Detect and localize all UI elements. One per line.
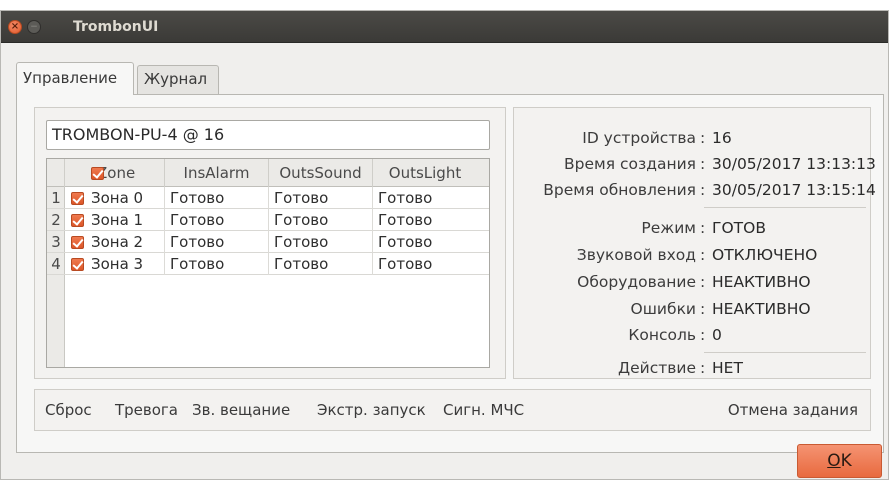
info-errors: Ошибки : НЕАКТИВНО — [514, 297, 870, 321]
info-value: 30/05/2017 13:15:14 — [712, 181, 876, 199]
zone-cell: Зона 3 — [65, 253, 165, 275]
corner-cell[interactable] — [47, 159, 65, 187]
info-updated: Время обновления : 30/05/2017 13:15:14 — [514, 178, 876, 202]
info-colon: : — [700, 359, 706, 377]
insalarm-cell: Готово — [165, 231, 269, 253]
insalarm-cell: Готово — [165, 253, 269, 275]
info-value: НЕТ — [712, 359, 743, 377]
table-row[interactable]: 4 Зона 3 Готово Готово Готово — [47, 253, 489, 275]
info-value: НЕАКТИВНО — [712, 273, 811, 291]
window-title: TrombonUI — [73, 19, 159, 35]
info-colon: : — [700, 219, 706, 237]
info-value: ГОТОВ — [712, 219, 766, 237]
col-outslight[interactable]: OutsLight — [373, 159, 477, 187]
zone-cell: Зона 2 — [65, 231, 165, 253]
device-info-group: ID устройства : 16 Время создания : 30/0… — [513, 107, 876, 380]
info-action: Действие : НЕТ — [514, 356, 870, 380]
col-insalarm[interactable]: InsAlarm — [165, 159, 269, 187]
outslight-cell: Готово — [378, 211, 433, 229]
info-colon: : — [700, 326, 706, 344]
control-panel: TROMBON-PU-4 @ 16 Zone InsAlarm OutsSoun… — [16, 94, 884, 453]
ok-button[interactable]: OK — [797, 444, 882, 478]
broadcast-button[interactable]: Зв. вещание — [192, 390, 290, 430]
mchs-signal-button[interactable]: Сигн. МЧС — [443, 390, 524, 430]
ok-label-rest: K — [840, 451, 852, 471]
minimize-icon[interactable]: − — [27, 20, 41, 34]
table-header: Zone InsAlarm OutsSound OutsLight — [47, 159, 489, 187]
info-label: Время создания — [564, 155, 696, 173]
info-colon: : — [700, 155, 706, 173]
zone-cell: Зона 0 — [65, 187, 165, 209]
row-number: 3 — [51, 233, 61, 251]
outslight-cell: Готово — [378, 233, 433, 251]
action-bar: Сброс Тревога Зв. вещание Экстр. запуск … — [34, 389, 871, 431]
info-colon: : — [700, 273, 706, 291]
col-zone[interactable]: Zone — [65, 159, 165, 187]
info-colon: : — [700, 246, 706, 264]
row-number: 2 — [51, 211, 61, 229]
info-value: 16 — [712, 129, 732, 147]
insalarm-cell: Готово — [165, 209, 269, 231]
info-label: Консоль — [628, 326, 696, 344]
outssound-cell: Готово — [269, 209, 373, 231]
info-label: Время обновления — [543, 181, 696, 199]
ok-mnemonic: O — [827, 451, 841, 471]
info-console: Консоль : 0 — [514, 323, 870, 347]
info-value: 0 — [712, 326, 722, 344]
outssound-cell: Готово — [269, 231, 373, 253]
cancel-task-button[interactable]: Отмена задания — [728, 390, 858, 430]
titlebar: × − TrombonUI — [1, 11, 888, 43]
separator — [704, 207, 866, 208]
emergency-start-button[interactable]: Экстр. запуск — [317, 390, 426, 430]
zones-table: Zone InsAlarm OutsSound OutsLight 1 Зона… — [46, 158, 490, 368]
info-device-id: ID устройства : 16 — [514, 126, 870, 150]
outssound-cell: Готово — [269, 253, 373, 275]
row-number: 1 — [51, 189, 61, 207]
outssound-cell: Готово — [269, 187, 373, 209]
tab-control[interactable]: Управление — [16, 62, 134, 95]
info-colon: : — [700, 129, 706, 147]
info-value: НЕАКТИВНО — [712, 300, 811, 318]
close-icon[interactable]: × — [8, 20, 22, 34]
info-colon: : — [700, 181, 706, 199]
outslight-cell: Готово — [378, 255, 433, 273]
separator — [704, 352, 866, 353]
col-outssound[interactable]: OutsSound — [269, 159, 373, 187]
reset-button[interactable]: Сброс — [45, 390, 92, 430]
info-label: Ошибки — [630, 300, 696, 318]
insalarm-cell: Готово — [165, 187, 269, 209]
zone-cell: Зона 1 — [65, 209, 165, 231]
info-value: ОТКЛЮЧЕНО — [712, 246, 818, 264]
info-value: 30/05/2017 13:13:13 — [712, 155, 876, 173]
info-created: Время создания : 30/05/2017 13:13:13 — [514, 152, 876, 176]
table-row[interactable]: 1 Зона 0 Готово Готово Готово — [47, 187, 489, 209]
table-row[interactable]: 2 Зона 1 Готово Готово Готово — [47, 209, 489, 231]
info-hardware: Оборудование : НЕАКТИВНО — [514, 270, 870, 294]
zones-group: TROMBON-PU-4 @ 16 Zone InsAlarm OutsSoun… — [34, 107, 506, 379]
row-number: 4 — [51, 255, 61, 273]
info-label: Режим — [641, 219, 696, 237]
checkbox-checked-icon[interactable] — [91, 167, 104, 180]
alarm-button[interactable]: Тревога — [115, 390, 178, 430]
table-row[interactable]: 3 Зона 2 Готово Готово Готово — [47, 231, 489, 253]
tab-journal[interactable]: Журнал — [137, 65, 219, 94]
main-window: × − TrombonUI Управление Журнал TROMBON-… — [0, 10, 889, 480]
info-label: ID устройства — [582, 129, 696, 147]
info-label: Действие — [617, 359, 696, 377]
info-label: Оборудование — [577, 273, 696, 291]
outslight-cell: Готово — [378, 189, 433, 207]
info-colon: : — [700, 300, 706, 318]
info-mode: Режим : ГОТОВ — [514, 216, 870, 240]
info-label: Звуковой вход — [576, 246, 696, 264]
info-audio-input: Звуковой вход : ОТКЛЮЧЕНО — [514, 243, 870, 267]
device-field[interactable]: TROMBON-PU-4 @ 16 — [46, 120, 490, 150]
